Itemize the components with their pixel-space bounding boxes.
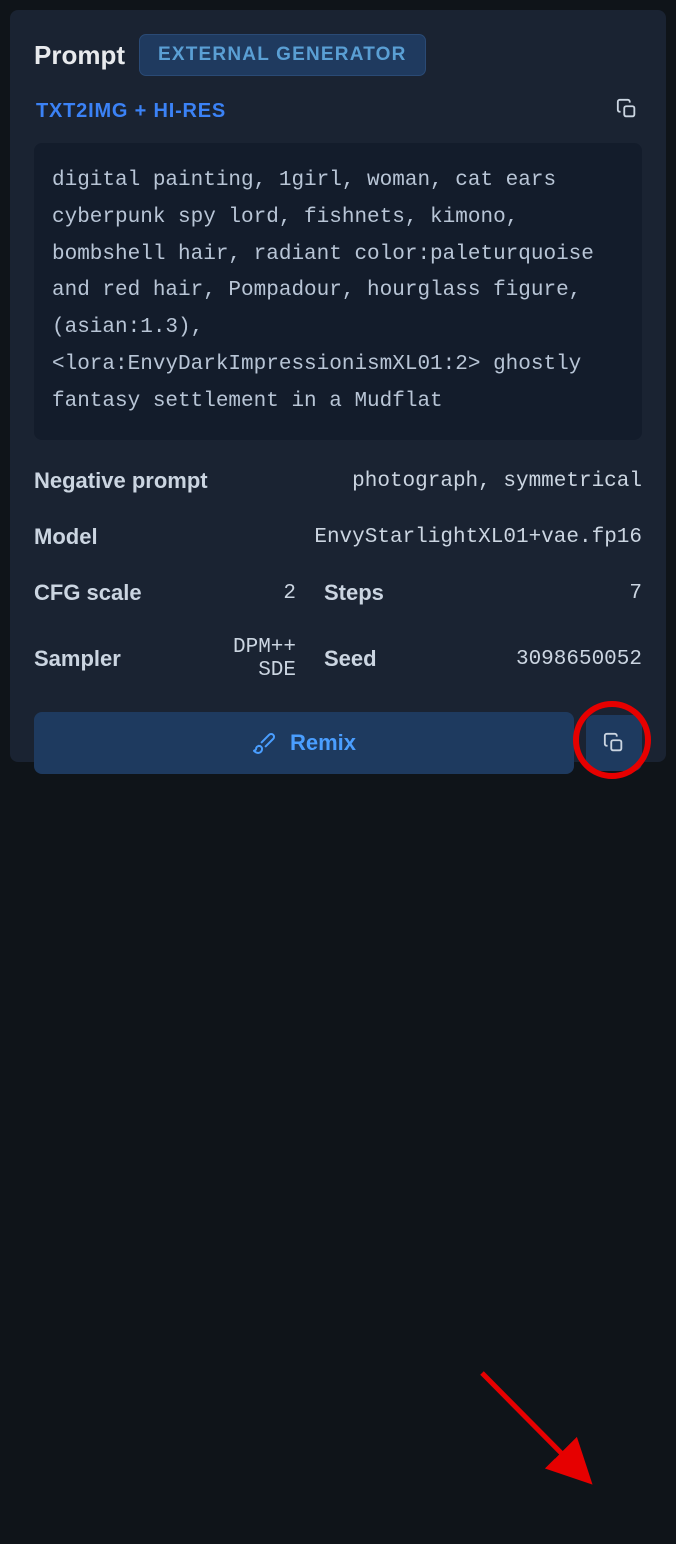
action-row: Remix (34, 712, 642, 774)
remix-button[interactable]: Remix (34, 712, 574, 774)
model-row: Model EnvyStarlightXL01+vae.fp16 (34, 524, 642, 550)
copy-generation-button[interactable] (586, 715, 642, 771)
cfg-scale-label: CFG scale (34, 580, 189, 606)
copy-icon (603, 732, 625, 754)
prompt-text-box[interactable]: digital painting, 1girl, woman, cat ears… (34, 143, 642, 440)
sampler-label: Sampler (34, 646, 189, 672)
model-label: Model (34, 524, 98, 550)
brush-icon (252, 731, 276, 755)
negative-prompt-label: Negative prompt (34, 468, 208, 494)
prompt-title: Prompt (34, 40, 125, 71)
header-row: Prompt EXTERNAL GENERATOR (34, 34, 642, 76)
negative-prompt-row: Negative prompt photograph, symmetrical (34, 468, 642, 494)
steps-value: 7 (424, 582, 642, 605)
sampler-seed-row: Sampler DPM++ SDE Seed 3098650052 (34, 636, 642, 682)
generator-badge: EXTERNAL GENERATOR (139, 34, 426, 76)
seed-value: 3098650052 (424, 648, 642, 671)
sampler-value: DPM++ SDE (189, 636, 324, 682)
generation-info-panel: Prompt EXTERNAL GENERATOR TXT2IMG + HI-R… (10, 10, 666, 762)
model-value: EnvyStarlightXL01+vae.fp16 (98, 526, 642, 549)
mode-badge: TXT2IMG + HI-RES (34, 96, 228, 127)
steps-label: Steps (324, 580, 424, 606)
copy-prompt-button[interactable] (612, 94, 642, 129)
cfg-scale-value: 2 (189, 582, 324, 605)
annotation-arrow (0, 772, 676, 1544)
subheader-row: TXT2IMG + HI-RES (34, 94, 642, 129)
cfg-steps-row: CFG scale 2 Steps 7 (34, 580, 642, 606)
remix-button-label: Remix (290, 730, 356, 756)
negative-prompt-value: photograph, symmetrical (208, 470, 642, 493)
seed-label: Seed (324, 646, 424, 672)
